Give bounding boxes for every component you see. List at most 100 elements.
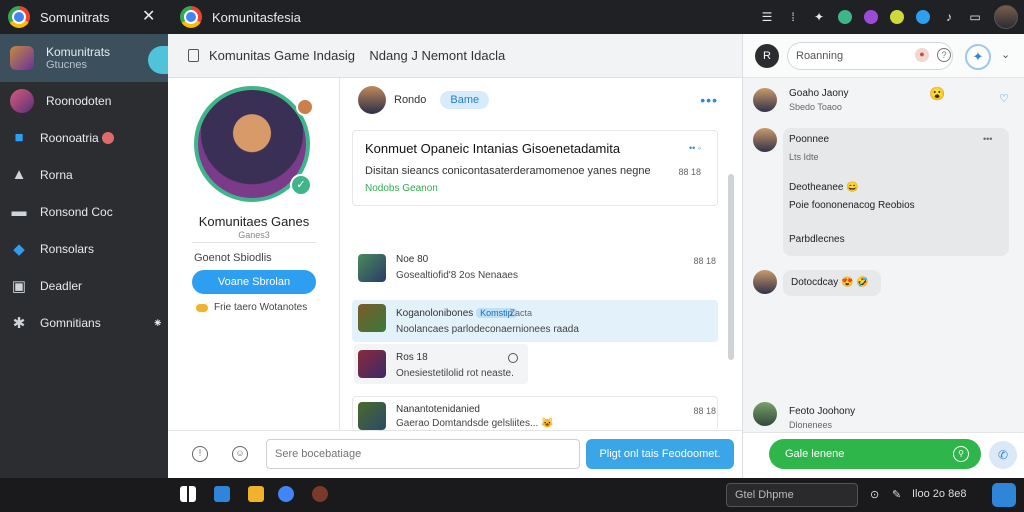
clock-text: Iloo 2o 8e8 xyxy=(912,488,967,500)
verified-icon: ✓ xyxy=(290,174,312,196)
document-icon xyxy=(188,49,199,62)
row-text: Onesiestetilolid rot neaste. xyxy=(396,368,514,379)
send-button[interactable]: Pligt onl tais Feodoomet. xyxy=(586,439,734,469)
row-meta: 88 18 xyxy=(693,406,716,416)
join-button[interactable]: Voane Sbrolan xyxy=(192,270,316,294)
divider xyxy=(192,242,316,243)
emoji-icon[interactable]: ☺ xyxy=(232,446,248,462)
sidebar-item-label: Komunitrats xyxy=(46,45,111,59)
note-icon xyxy=(196,303,208,312)
more-icon[interactable]: ••• xyxy=(983,134,992,144)
row-title: Ros 18 xyxy=(396,352,428,363)
app-title: Somunitrats xyxy=(40,9,110,25)
sidebar-item-ronsond-coc[interactable]: ▬ Ronsond Coc xyxy=(0,193,168,230)
back-icon[interactable]: R xyxy=(755,44,779,68)
chrome-icon[interactable] xyxy=(8,6,30,28)
user-icon[interactable]: ✦ xyxy=(965,44,991,70)
green-ext-icon[interactable] xyxy=(838,10,852,24)
settings-icon[interactable]: ⊙ xyxy=(870,488,879,501)
row-text: Gosealtiofid'8 2os Nenaaes xyxy=(396,270,518,281)
message-name: Goaho Jaony xyxy=(789,88,849,99)
taskbar: Gtel Dhpme ⊙ ✎ Iloo 2o 8e8 xyxy=(0,478,1024,512)
author-name[interactable]: Rondo xyxy=(394,94,426,106)
list-icon[interactable]: ☰ xyxy=(760,10,774,24)
controller-icon: ◆ xyxy=(13,240,25,258)
sidebar-item-deadler[interactable]: ▣ Deadler xyxy=(0,267,168,304)
sidebar-item-ronsolars[interactable]: ◆ Ronsolars xyxy=(0,230,168,267)
extensions-icon[interactable]: ✦ xyxy=(812,10,826,24)
music-icon[interactable]: ♪ xyxy=(942,10,956,24)
row-avatar xyxy=(358,350,386,378)
pen-icon[interactable]: ✎ xyxy=(892,488,901,501)
profile-label: Goenot Sbiodlis xyxy=(194,252,272,264)
sidebar-item-komunitrats[interactable]: Komunitrats Gtucnes xyxy=(0,34,172,82)
sidebar-item-roonodoten[interactable]: Roonodoten xyxy=(0,82,168,119)
message-name: Poonnee xyxy=(789,134,830,145)
chevron-down-icon[interactable]: ⌄ xyxy=(1001,48,1010,61)
chat-taskbar-icon[interactable] xyxy=(992,483,1016,507)
message-sub: Sbedo Toaoo xyxy=(789,102,842,112)
table-row-highlighted[interactable] xyxy=(352,300,718,342)
files-icon[interactable] xyxy=(248,486,264,502)
post-text: Disitan sieancs conicontasaterderamomeno… xyxy=(365,165,651,177)
sidebar-item-rorna[interactable]: ▲ Rorna xyxy=(0,156,168,193)
explorer-icon[interactable] xyxy=(214,486,230,502)
row-avatar xyxy=(358,254,386,282)
profile-avatar[interactable] xyxy=(994,5,1018,29)
close-icon[interactable]: ✕ xyxy=(142,6,155,26)
notification-badge xyxy=(101,132,114,145)
post-title: Konmuet Opaneic Intanias Gisoenetadamita xyxy=(365,141,621,156)
chrome-taskbar-icon[interactable] xyxy=(278,486,294,502)
post-card[interactable]: Konmuet Opaneic Intanias Gisoenetadamita… xyxy=(352,130,718,206)
heart-icon[interactable]: ♡ xyxy=(999,92,1009,105)
mic-icon[interactable]: ● xyxy=(915,48,929,62)
message-text: Poie foononenacog Reobios xyxy=(789,200,915,211)
note-text: Frie taero Wotanotes xyxy=(214,302,308,313)
windows-icon[interactable] xyxy=(180,486,196,502)
sidebar-item-label: Roonoatria xyxy=(40,130,99,145)
taskbar-search[interactable]: Gtel Dhpme xyxy=(726,483,858,507)
toolbar-icons: ☰ ⁞ ✦ ♪ ▭ xyxy=(760,0,1018,34)
row-meta: 88 18 xyxy=(693,256,716,266)
card-icon: ▬ xyxy=(11,203,27,220)
help-icon[interactable]: ? xyxy=(937,48,951,62)
info-icon[interactable]: ! xyxy=(192,446,208,462)
search-icon[interactable]: ⚲ xyxy=(953,446,969,462)
message-input[interactable] xyxy=(266,439,580,469)
purple-ext-icon[interactable] xyxy=(864,10,878,24)
feed-header: Rondo Bame ••• xyxy=(340,78,742,122)
call-button[interactable]: Gale lenene xyxy=(769,439,981,469)
reply-icon[interactable] xyxy=(508,353,518,363)
row-extra: Zacta xyxy=(509,308,532,318)
feed: Rondo Bame ••• Konmuet Opaneic Intanias … xyxy=(340,78,742,430)
sidebar-extra-icon[interactable]: ⁕ xyxy=(153,316,163,330)
sidebar-item-gomnitians[interactable]: ✱ Gomnitians ⁕ xyxy=(0,304,168,341)
profile-card: ✓ Komunitaes Ganes Ganes3 Goenot Sbiodli… xyxy=(168,78,340,430)
row-avatar xyxy=(358,402,386,430)
row-text: Gaerao Domtandsde gelsliites... 😺 xyxy=(396,418,554,429)
post-meta-icons[interactable]: •• ◦ xyxy=(689,143,701,153)
message-text: Parbdlecnes xyxy=(789,234,845,245)
post-link[interactable]: Nodobs Geanon xyxy=(365,183,438,194)
community-avatar xyxy=(10,46,34,70)
message-sub: Dlonenees xyxy=(789,420,833,430)
tab[interactable]: Komunitasfesia xyxy=(180,0,301,34)
sidebar-item-roonoatria[interactable]: ■ Roonoatria xyxy=(0,119,168,156)
tab-title: Komunitasfesia xyxy=(212,9,301,25)
composer: ! ☺ Pligt onl tais Feodoomet. xyxy=(168,430,742,478)
phone-icon[interactable]: ✆ xyxy=(989,441,1017,469)
author-avatar[interactable] xyxy=(358,86,386,114)
yellow-ext-icon[interactable] xyxy=(890,10,904,24)
chat-icon: ■ xyxy=(14,129,24,146)
feed-scrollbar[interactable] xyxy=(728,174,734,360)
avatar xyxy=(753,270,777,294)
bookmark-icon[interactable]: ⁞ xyxy=(786,10,800,24)
blue-ext-icon[interactable] xyxy=(916,10,930,24)
row-text: Noolancaes parlodeconaernionees raada xyxy=(396,324,579,335)
more-icon[interactable]: ••• xyxy=(700,92,718,108)
app-taskbar-icon[interactable] xyxy=(312,486,328,502)
avatar xyxy=(753,128,777,152)
chat-bubble-icon[interactable]: ▭ xyxy=(968,10,982,24)
author-pill[interactable]: Bame xyxy=(440,91,490,109)
profile-note[interactable]: Frie taero Wotanotes xyxy=(196,302,307,313)
